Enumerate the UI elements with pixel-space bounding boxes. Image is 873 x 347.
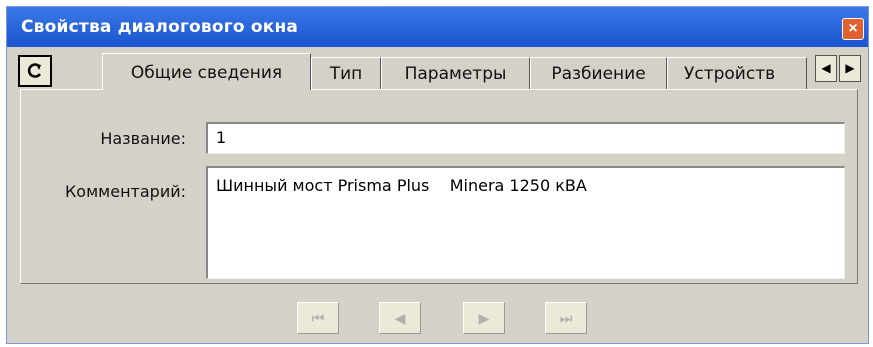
close-button[interactable]: × [842,18,864,40]
first-record-button[interactable]: ⏮ [297,302,339,334]
name-field[interactable]: 1 [206,122,845,154]
tab-general[interactable]: Общие сведения [102,53,311,90]
tab-scroll-left-button[interactable]: ◀ [815,55,837,82]
general-panel: Название: 1 Комментарий: Шинный мост Pri… [20,89,858,284]
comment-label: Комментарий: [64,182,186,201]
tab-devices[interactable]: Устройств [667,57,807,89]
window-title: Свойства диалогового окна [21,17,299,37]
tab-partition[interactable]: Разбиение [530,57,667,89]
tab-type[interactable]: Тип [311,57,381,89]
comment-field[interactable]: Шинный мост Prisma Plus Minera 1250 кВА [206,166,845,279]
tab-scroll-right-button[interactable]: ▶ [839,55,861,82]
refresh-icon [27,63,42,78]
dialog-window: Свойства диалогового окна × Общие сведен… [6,6,869,344]
title-bar[interactable]: Свойства диалогового окна × [7,7,868,47]
next-record-button[interactable]: ▶ [463,302,505,334]
prev-record-button[interactable]: ◀ [379,302,421,334]
refresh-button[interactable] [18,55,52,87]
tab-parameters[interactable]: Параметры [381,57,530,89]
name-label: Название: [100,129,186,148]
record-navigation: ⏮ ◀ ▶ ⏭ [7,302,868,338]
last-record-button[interactable]: ⏭ [545,302,587,334]
